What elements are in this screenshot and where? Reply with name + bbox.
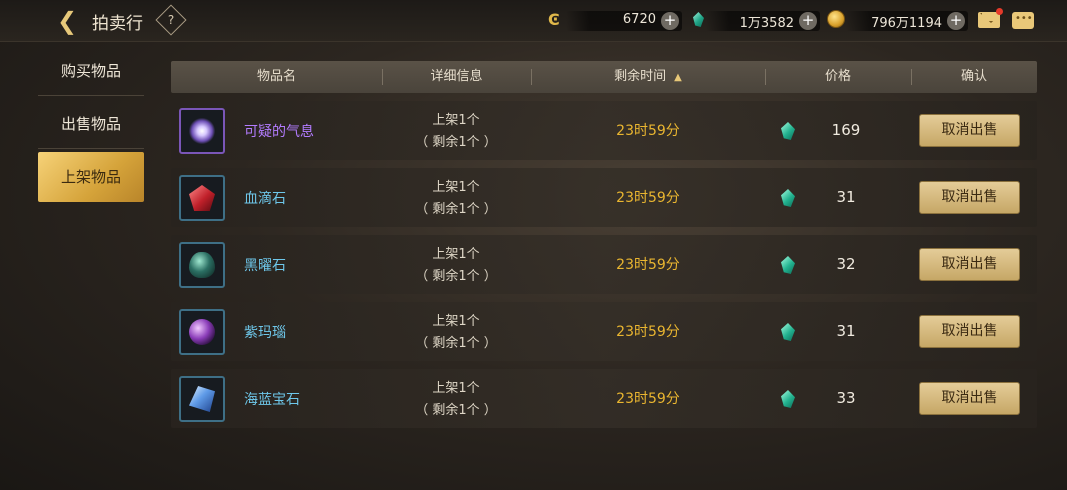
item-detail: 上架1个 （ 剩余1个 ） [393, 244, 519, 288]
cancel-sale-button[interactable]: 取消出售 [919, 181, 1020, 214]
listing-table: 物品名 详细信息 剩余时间 ▲ 价格 确认 可疑的气息 上架1个 （ 剩余1个 ）… [171, 61, 1037, 428]
gem-currency-icon [781, 323, 795, 341]
resource-gold: 796万1194 + [846, 11, 968, 31]
item-price: 169 [831, 121, 861, 139]
gem-currency-icon [781, 122, 795, 140]
item-price: 31 [836, 188, 856, 206]
obsidian-icon[interactable] [179, 242, 225, 288]
aquamarine-icon[interactable] [179, 376, 225, 422]
remaining-count: （ 剩余1个 ） [415, 336, 497, 351]
suspicious-aura-icon[interactable] [179, 108, 225, 154]
sort-ascending-icon: ▲ [674, 72, 682, 83]
add-gold-button[interactable]: + [947, 12, 965, 30]
remaining-time: 23时59分 [616, 324, 680, 340]
sidebar: 购买物品 出售物品 上架物品 [38, 46, 146, 205]
table-row: 紫玛瑙 上架1个 （ 剩余1个 ） 23时59分 31 取消出售 [171, 302, 1037, 361]
tab-buy-items[interactable]: 购买物品 [38, 46, 144, 96]
column-header-time-label: 剩余时间 [614, 69, 667, 84]
add-crystal-button[interactable]: + [661, 12, 679, 30]
item-detail: 上架1个 （ 剩余1个 ） [393, 311, 519, 355]
remaining-count: （ 剩余1个 ） [415, 403, 497, 418]
item-name: 紫玛瑙 [244, 325, 286, 341]
page-title: 拍卖行 [92, 14, 143, 34]
gold-coin-icon [827, 10, 847, 30]
gem-currency-icon [781, 256, 795, 274]
green-gem-icon [688, 10, 708, 30]
cancel-sale-button[interactable]: 取消出售 [919, 315, 1020, 348]
notification-dot [996, 8, 1003, 15]
resource-crystal-value: 6720 [622, 12, 656, 27]
help-button[interactable]: ? [155, 4, 187, 36]
remaining-time: 23时59分 [616, 190, 680, 206]
table-row: 黑曜石 上架1个 （ 剩余1个 ） 23时59分 32 取消出售 [171, 235, 1037, 294]
table-row: 血滴石 上架1个 （ 剩余1个 ） 23时59分 31 取消出售 [171, 168, 1037, 227]
item-price: 33 [836, 389, 856, 407]
chat-icon[interactable] [1012, 12, 1034, 29]
gem-currency-icon [781, 390, 795, 408]
tab-sell-items[interactable]: 出售物品 [38, 99, 144, 149]
remaining-count: （ 剩余1个 ） [415, 269, 497, 284]
back-arrow-icon[interactable]: ❮ [52, 6, 82, 36]
remaining-time: 23时59分 [616, 257, 680, 273]
column-header-confirm: 确认 [960, 69, 987, 84]
item-price: 31 [836, 322, 856, 340]
tab-listed-items[interactable]: 上架物品 [38, 152, 144, 202]
cancel-sale-button[interactable]: 取消出售 [919, 114, 1020, 147]
item-name: 黑曜石 [244, 258, 286, 274]
column-header-price: 价格 [824, 69, 851, 84]
item-name: 血滴石 [244, 191, 286, 207]
resource-crystal: 6720 + [566, 11, 682, 31]
add-gem-button[interactable]: + [799, 12, 817, 30]
table-header: 物品名 详细信息 剩余时间 ▲ 价格 确认 [171, 61, 1037, 93]
help-icon: ? [167, 13, 175, 27]
listed-count: 上架1个 [432, 247, 480, 262]
remaining-time: 23时59分 [616, 123, 680, 139]
listed-count: 上架1个 [432, 381, 480, 396]
item-detail: 上架1个 （ 剩余1个 ） [393, 378, 519, 422]
purple-agate-icon[interactable] [179, 309, 225, 355]
remaining-count: （ 剩余1个 ） [415, 202, 497, 217]
item-detail: 上架1个 （ 剩余1个 ） [393, 110, 519, 154]
listed-count: 上架1个 [432, 314, 480, 329]
table-row: 可疑的气息 上架1个 （ 剩余1个 ） 23时59分 169 取消出售 [171, 101, 1037, 160]
remaining-count: （ 剩余1个 ） [415, 135, 497, 150]
cancel-sale-button[interactable]: 取消出售 [919, 382, 1020, 415]
remaining-time: 23时59分 [616, 391, 680, 407]
item-name: 海蓝宝石 [244, 392, 300, 408]
column-header-item-name: 物品名 [256, 69, 296, 84]
resource-gold-value: 796万1194 [871, 16, 942, 31]
item-name: 可疑的气息 [244, 124, 314, 140]
resource-gem: 1万3582 + [706, 11, 820, 31]
listed-count: 上架1个 [432, 180, 480, 195]
item-price: 32 [836, 255, 856, 273]
top-bar: ❮ 拍卖行 ? Ͼ 6720 + 1万3582 + 796万1194 + [0, 0, 1067, 42]
bloodstone-icon[interactable] [179, 175, 225, 221]
cancel-sale-button[interactable]: 取消出售 [919, 248, 1020, 281]
crystal-coin-icon: Ͼ [548, 10, 560, 29]
gem-currency-icon [781, 189, 795, 207]
column-header-time[interactable]: 剩余时间 ▲ [531, 61, 765, 93]
table-row: 海蓝宝石 上架1个 （ 剩余1个 ） 23时59分 33 取消出售 [171, 369, 1037, 428]
resource-gem-value: 1万3582 [739, 16, 794, 31]
listed-count: 上架1个 [432, 113, 480, 128]
column-header-detail: 详细信息 [430, 69, 483, 84]
item-detail: 上架1个 （ 剩余1个 ） [393, 177, 519, 221]
